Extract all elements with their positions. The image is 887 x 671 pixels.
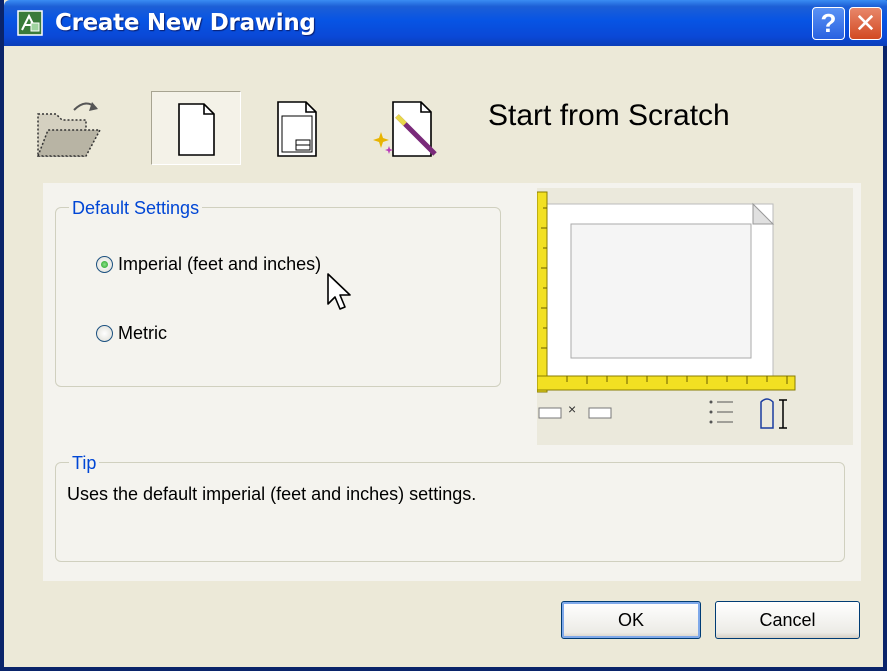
imperial-label: Imperial (feet and inches) xyxy=(118,254,322,274)
metric-radio-option[interactable]: Metric xyxy=(96,323,167,344)
preview-size-label: × xyxy=(568,401,577,417)
start-from-scratch-tab[interactable] xyxy=(151,91,241,165)
imperial-radio-button[interactable] xyxy=(96,256,113,273)
imperial-radio-option[interactable]: Imperial (feet and inches) xyxy=(96,254,321,275)
title-bar[interactable]: Create New Drawing ? ✕ xyxy=(4,0,887,46)
tip-legend: Tip xyxy=(69,453,100,474)
tip-text: Uses the default imperial (feet and inch… xyxy=(67,484,477,504)
default-settings-legend: Default Settings xyxy=(69,198,203,219)
tip-group xyxy=(55,462,845,562)
close-button[interactable]: ✕ xyxy=(849,7,882,40)
metric-label: Metric xyxy=(118,323,167,343)
metric-radio-button[interactable] xyxy=(96,325,113,342)
create-new-drawing-dialog: Create New Drawing ? ✕ Start from Scratc… xyxy=(0,0,887,671)
drawing-preview: × xyxy=(536,188,853,445)
folder-open-icon[interactable] xyxy=(34,96,106,162)
cancel-button[interactable]: Cancel xyxy=(715,601,860,639)
preview-illustration xyxy=(536,191,796,429)
template-page-icon[interactable] xyxy=(272,96,326,162)
window-title: Create New Drawing xyxy=(55,10,316,36)
mouse-cursor-icon xyxy=(327,273,351,310)
wizard-wand-icon[interactable] xyxy=(369,96,445,162)
autocad-app-icon xyxy=(17,10,43,36)
help-button[interactable]: ? xyxy=(812,7,845,40)
default-settings-group xyxy=(55,207,501,387)
blank-page-icon xyxy=(178,103,215,156)
ok-button[interactable]: OK xyxy=(561,601,701,639)
page-heading: Start from Scratch xyxy=(488,99,730,132)
